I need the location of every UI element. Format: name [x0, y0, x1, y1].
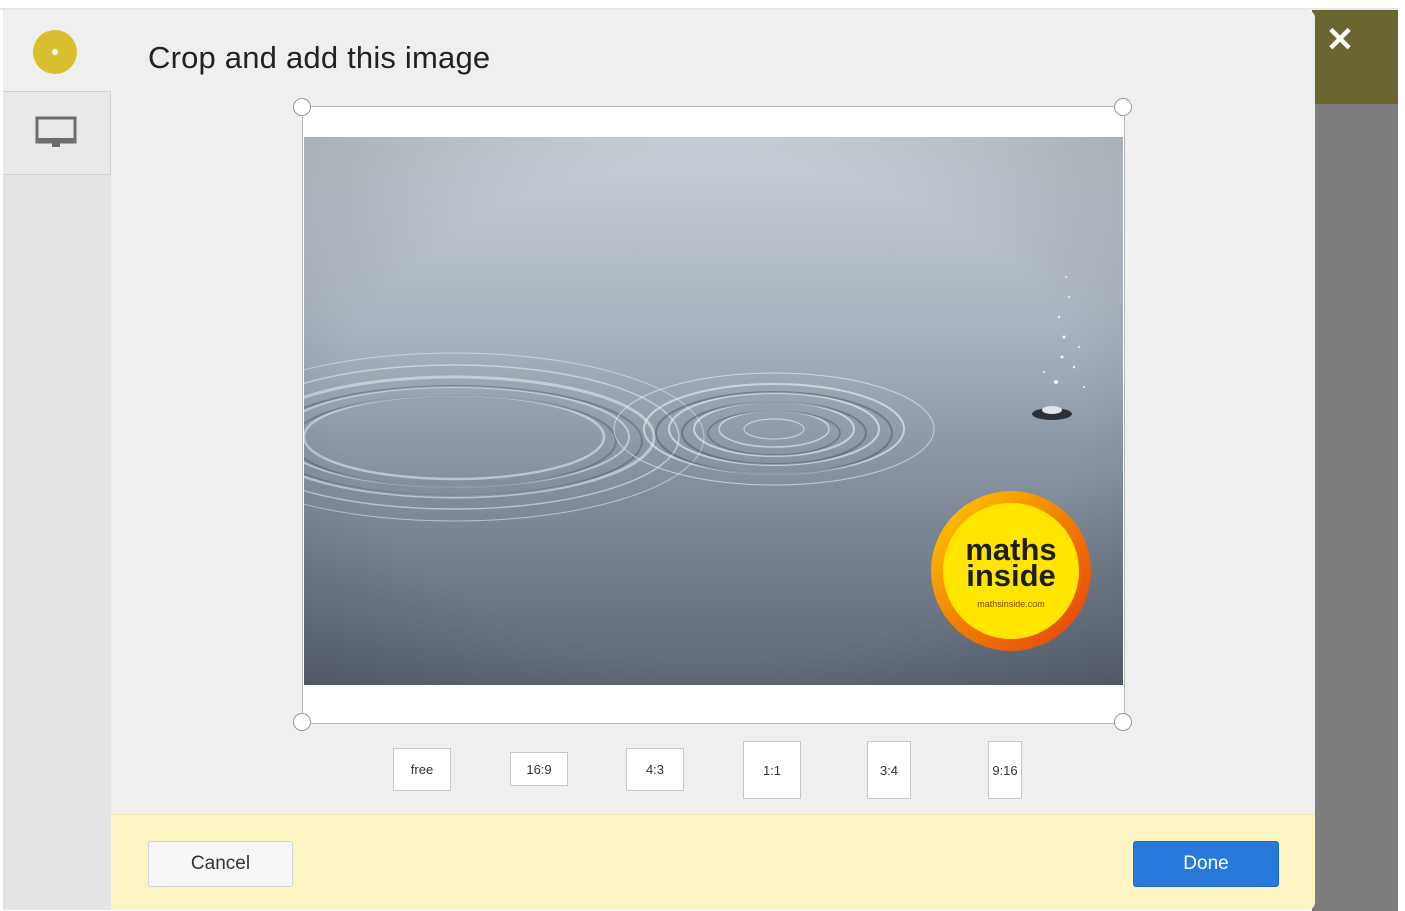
crop-handle-top-right[interactable] [1114, 98, 1132, 116]
ratio-button-4-3[interactable]: 4:3 [626, 748, 684, 791]
ratio-button-3-4[interactable]: 3:4 [867, 741, 911, 799]
ratio-button-16-9[interactable]: 16:9 [510, 752, 568, 786]
maths-inside-logo: maths inside mathsinside.com [931, 491, 1091, 651]
logo-url: mathsinside.com [977, 599, 1045, 609]
sidebar-header [3, 10, 111, 91]
close-icon[interactable]: ✕ [1322, 22, 1358, 58]
ratio-button-1-1[interactable]: 1:1 [743, 741, 801, 799]
logo-text-inside: inside [966, 558, 1056, 593]
ratio-button-free[interactable]: free [393, 748, 451, 791]
sidebar [3, 10, 111, 910]
ratio-button-9-16[interactable]: 9:16 [988, 741, 1022, 799]
dialog-footer: Cancel Done [111, 814, 1315, 910]
app-logo-icon [33, 30, 77, 74]
image-preview: maths inside mathsinside.com [304, 137, 1123, 685]
cancel-button[interactable]: Cancel [148, 841, 293, 887]
crop-area[interactable]: maths inside mathsinside.com [302, 106, 1125, 724]
crop-dialog: Crop and add this image maths inside mat… [3, 10, 1315, 910]
crop-handle-bottom-left[interactable] [293, 713, 311, 731]
dialog-backdrop[interactable] [1312, 10, 1398, 911]
sidebar-item-computer[interactable] [3, 91, 111, 175]
monitor-icon [35, 116, 77, 147]
crop-handle-bottom-right[interactable] [1114, 713, 1132, 731]
crop-handle-top-left[interactable] [293, 98, 311, 116]
dialog-title: Crop and add this image [148, 40, 491, 75]
done-button[interactable]: Done [1133, 841, 1279, 887]
